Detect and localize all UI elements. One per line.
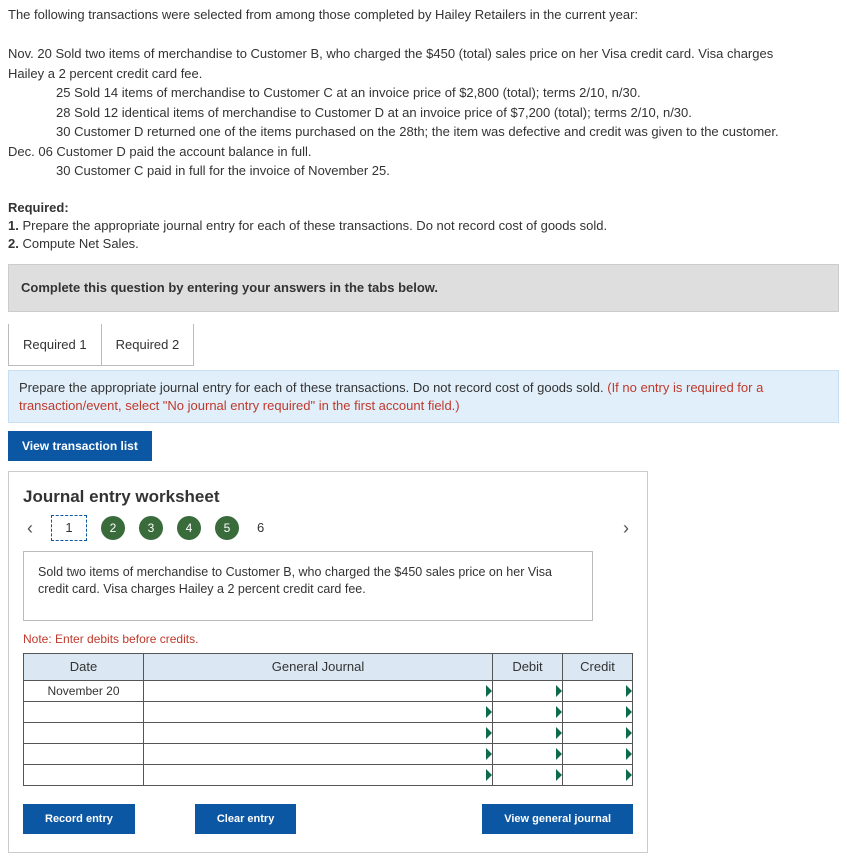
table-row: November 20 xyxy=(24,680,633,701)
record-entry-button[interactable]: Record entry xyxy=(23,804,135,834)
view-general-journal-button[interactable]: View general journal xyxy=(482,804,633,834)
cell-debit[interactable] xyxy=(493,680,563,701)
txn-nov20b: Hailey a 2 percent credit card fee. xyxy=(8,65,839,83)
step-2[interactable]: 2 xyxy=(101,516,125,540)
tab-required-1[interactable]: Required 1 xyxy=(8,324,102,367)
required-heading: Required: xyxy=(8,199,839,217)
complete-instruction-bar: Complete this question by entering your … xyxy=(8,264,839,312)
transaction-description: Sold two items of merchandise to Custome… xyxy=(23,551,593,621)
required-1: 1. 1. Prepare the appropriate journal en… xyxy=(8,217,839,235)
tab-instruction-main: Prepare the appropriate journal entry fo… xyxy=(19,380,607,395)
tab-required-2[interactable]: Required 2 xyxy=(102,324,195,367)
txn-nov28: 28 Sold 12 identical items of merchandis… xyxy=(8,104,839,122)
col-debit: Debit xyxy=(493,654,563,681)
col-credit: Credit xyxy=(563,654,633,681)
intro-line: The following transactions were selected… xyxy=(8,6,839,24)
table-row xyxy=(24,764,633,785)
cell-debit[interactable] xyxy=(493,764,563,785)
table-row xyxy=(24,743,633,764)
cell-account[interactable] xyxy=(144,722,493,743)
cell-date[interactable] xyxy=(24,764,144,785)
journal-entry-worksheet: Journal entry worksheet ‹ 1 2 3 4 5 6 › … xyxy=(8,471,648,852)
cell-credit[interactable] xyxy=(563,722,633,743)
worksheet-title: Journal entry worksheet xyxy=(23,486,633,509)
cell-date[interactable]: November 20 xyxy=(24,680,144,701)
cell-account[interactable] xyxy=(144,701,493,722)
cell-account[interactable] xyxy=(144,680,493,701)
cell-credit[interactable] xyxy=(563,680,633,701)
cell-credit[interactable] xyxy=(563,743,633,764)
view-transaction-list-button[interactable]: View transaction list xyxy=(8,431,152,461)
step-5[interactable]: 5 xyxy=(215,516,239,540)
chevron-left-icon[interactable]: ‹ xyxy=(23,516,37,540)
txn-nov20a: Nov. 20 Sold two items of merchandise to… xyxy=(8,45,839,63)
cell-date[interactable] xyxy=(24,722,144,743)
cell-credit[interactable] xyxy=(563,701,633,722)
cell-debit[interactable] xyxy=(493,743,563,764)
cell-date[interactable] xyxy=(24,743,144,764)
cell-debit[interactable] xyxy=(493,722,563,743)
table-row xyxy=(24,701,633,722)
txn-dec30: 30 Customer C paid in full for the invoi… xyxy=(8,162,839,180)
col-general-journal: General Journal xyxy=(144,654,493,681)
clear-entry-button[interactable]: Clear entry xyxy=(195,804,296,834)
step-3[interactable]: 3 xyxy=(139,516,163,540)
cell-date[interactable] xyxy=(24,701,144,722)
cell-credit[interactable] xyxy=(563,764,633,785)
journal-entry-table: Date General Journal Debit Credit Novemb… xyxy=(23,653,633,786)
cell-account[interactable] xyxy=(144,764,493,785)
step-1[interactable]: 1 xyxy=(51,515,87,541)
cell-debit[interactable] xyxy=(493,701,563,722)
cell-account[interactable] xyxy=(144,743,493,764)
step-6[interactable]: 6 xyxy=(253,519,268,537)
required-2: 2. Compute Net Sales. xyxy=(8,235,839,253)
tab-instruction: Prepare the appropriate journal entry fo… xyxy=(8,370,839,423)
table-row xyxy=(24,722,633,743)
debits-before-credits-note: Note: Enter debits before credits. xyxy=(23,631,633,647)
txn-nov25: 25 Sold 14 items of merchandise to Custo… xyxy=(8,84,839,102)
col-date: Date xyxy=(24,654,144,681)
chevron-right-icon[interactable]: › xyxy=(619,516,633,540)
txn-dec06: Dec. 06 Customer D paid the account bala… xyxy=(8,143,839,161)
txn-nov30: 30 Customer D returned one of the items … xyxy=(8,123,839,141)
step-4[interactable]: 4 xyxy=(177,516,201,540)
